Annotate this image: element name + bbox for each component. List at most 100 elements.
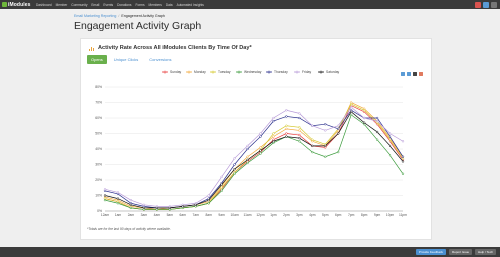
x-tick-label: 3am xyxy=(141,213,148,217)
x-tick-label: 10pm xyxy=(386,213,395,217)
data-point xyxy=(116,197,120,200)
data-point xyxy=(388,138,392,141)
x-tick-label: 9am xyxy=(218,213,225,217)
data-point xyxy=(285,115,288,118)
nav-item-member[interactable]: Member xyxy=(56,3,68,7)
data-point xyxy=(220,186,223,189)
breadcrumb: Email Marketing Reporting / Engagement Act… xyxy=(74,14,165,18)
data-point xyxy=(272,119,275,123)
series-line-saturday xyxy=(104,111,404,209)
nav-item-events[interactable]: Events xyxy=(103,3,113,7)
data-point xyxy=(272,116,275,120)
data-point xyxy=(375,130,379,134)
nav-item-members[interactable]: Members xyxy=(149,3,162,7)
y-tick-label: 20% xyxy=(95,178,102,182)
data-point xyxy=(116,191,120,194)
data-point xyxy=(285,132,288,135)
x-tick-label: 11am xyxy=(244,213,252,217)
data-point xyxy=(285,109,288,112)
legend-label: Friday xyxy=(302,70,312,74)
x-tick-label: 1am xyxy=(115,213,122,217)
nav-item-community[interactable]: Community xyxy=(71,3,87,7)
data-point xyxy=(298,112,301,115)
nav-item-data[interactable]: Data xyxy=(166,3,173,7)
data-point xyxy=(311,124,314,127)
nav-item-email[interactable]: Email xyxy=(91,3,99,7)
data-point xyxy=(142,206,146,210)
data-point xyxy=(350,102,353,106)
help-icon[interactable] xyxy=(483,1,489,8)
legend-label: Thursday xyxy=(274,70,288,74)
help-button[interactable]: Help / Tech xyxy=(475,249,496,255)
top-icons xyxy=(473,1,497,8)
app-logo[interactable]: iModules xyxy=(2,2,36,8)
data-point xyxy=(103,194,107,197)
data-point xyxy=(350,106,353,109)
data-point xyxy=(233,163,236,166)
breadcrumb-current: Engagement Activity Graph xyxy=(121,14,165,18)
series-line-thursday xyxy=(104,109,404,209)
data-point xyxy=(324,129,327,132)
data-point xyxy=(259,146,262,149)
logo-text: iModules xyxy=(8,1,31,8)
main-nav: Dashboard Member Community Email Events … xyxy=(36,3,208,7)
data-point xyxy=(220,189,223,193)
x-tick-label: 3pm xyxy=(296,213,303,217)
data-point xyxy=(246,158,249,161)
nav-item-donations[interactable]: Donations xyxy=(117,3,131,7)
legend-marker xyxy=(187,70,191,74)
data-point xyxy=(259,149,262,152)
data-point xyxy=(388,135,392,138)
data-point xyxy=(129,199,133,202)
x-tick-label: 11pm xyxy=(399,213,407,217)
data-point xyxy=(350,110,353,113)
legend-label: Monday xyxy=(194,70,206,74)
y-tick-label: 10% xyxy=(95,194,102,198)
x-tick-label: 4am xyxy=(154,213,161,217)
data-point xyxy=(103,188,107,191)
data-point xyxy=(298,129,301,132)
data-point xyxy=(298,126,301,129)
data-point xyxy=(298,133,301,137)
data-point xyxy=(207,199,210,202)
report-issue-button[interactable]: Report Issue xyxy=(449,249,473,255)
y-tick-label: 40% xyxy=(95,147,102,151)
data-point xyxy=(337,132,340,135)
data-point xyxy=(298,137,301,140)
x-tick-label: 5am xyxy=(167,213,174,217)
nav-item-automated-insights[interactable]: Automated Insights xyxy=(177,3,204,7)
data-point xyxy=(298,116,301,120)
data-point xyxy=(337,127,340,130)
y-tick-label: 50% xyxy=(95,132,102,136)
x-tick-label: 8pm xyxy=(361,213,368,217)
data-point xyxy=(246,144,249,148)
data-point xyxy=(311,138,314,141)
provide-feedback-button[interactable]: Provide Feedback xyxy=(415,249,447,255)
breadcrumb-separator: / xyxy=(118,14,120,18)
data-point xyxy=(350,113,353,117)
data-point xyxy=(246,155,249,158)
series-line-sunday xyxy=(104,105,404,210)
legend-label: Sunday xyxy=(170,70,182,74)
x-tick-label: 9pm xyxy=(374,213,381,217)
x-tick-label: 6pm xyxy=(335,213,342,217)
data-point xyxy=(155,206,158,210)
legend-label: Tuesday xyxy=(218,70,231,74)
user-menu-icon[interactable] xyxy=(491,1,497,8)
data-point xyxy=(375,116,379,120)
nav-item-forms[interactable]: Forms xyxy=(136,3,145,7)
nav-item-dashboard[interactable]: Dashboard xyxy=(36,3,52,7)
data-point xyxy=(259,135,262,138)
data-point xyxy=(129,203,133,206)
data-point xyxy=(259,132,262,135)
breadcrumb-parent-link[interactable]: Email Marketing Reporting xyxy=(74,14,116,18)
x-tick-label: 10am xyxy=(230,213,239,217)
x-tick-label: 5pm xyxy=(322,213,329,217)
notification-icon[interactable] xyxy=(475,1,481,8)
data-point xyxy=(324,123,327,126)
data-point xyxy=(311,150,314,154)
data-point xyxy=(142,203,146,206)
data-point xyxy=(324,155,327,158)
data-point xyxy=(401,140,405,143)
data-point xyxy=(375,138,379,141)
